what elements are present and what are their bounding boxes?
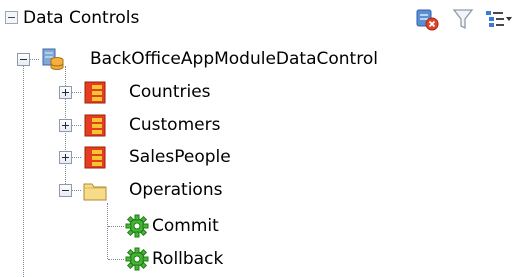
tree-connector-line: [108, 226, 124, 227]
tree-connector-line: [107, 203, 108, 259]
tree-node-rollback[interactable]: Rollback: [152, 249, 223, 269]
countries-expand-toggle[interactable]: [59, 86, 72, 99]
data-controls-tree: BackOfficeAppModuleDataControl Countries…: [0, 40, 518, 277]
tree-connector-line: [71, 92, 81, 93]
tree-connector-line: [71, 157, 81, 158]
tree-connector-line: [108, 259, 124, 260]
folder-icon: [83, 183, 107, 201]
collapse-panel-toggle[interactable]: [5, 11, 18, 24]
gear-icon: [125, 247, 149, 271]
root-collapse-toggle[interactable]: [17, 53, 30, 66]
tree-connector-line: [71, 125, 81, 126]
filter-icon[interactable]: [452, 6, 474, 32]
tree-node-countries[interactable]: Countries: [129, 82, 211, 102]
gear-icon: [125, 214, 149, 238]
refresh-icon[interactable]: [414, 6, 440, 32]
tree-connector-line: [23, 66, 24, 277]
tree-connector-line: [29, 59, 39, 60]
panel-title: Data Controls: [23, 8, 140, 28]
collection-icon: [84, 81, 106, 104]
salespeople-expand-toggle[interactable]: [59, 151, 72, 164]
operations-collapse-toggle[interactable]: [59, 184, 72, 197]
collection-icon: [84, 146, 106, 169]
tree-node-commit[interactable]: Commit: [152, 216, 219, 236]
data-control-icon: [42, 48, 64, 70]
tree-connector-line: [71, 190, 81, 191]
panel-header: Data Controls: [0, 0, 518, 40]
tree-node-root[interactable]: BackOfficeAppModuleDataControl: [90, 49, 378, 69]
tree-node-operations[interactable]: Operations: [129, 180, 222, 200]
collection-icon: [84, 114, 106, 137]
tree-node-customers[interactable]: Customers: [129, 115, 220, 135]
customers-expand-toggle[interactable]: [59, 119, 72, 132]
tree-node-salespeople[interactable]: SalesPeople: [129, 147, 231, 167]
view-options-menu-icon[interactable]: [484, 6, 514, 32]
